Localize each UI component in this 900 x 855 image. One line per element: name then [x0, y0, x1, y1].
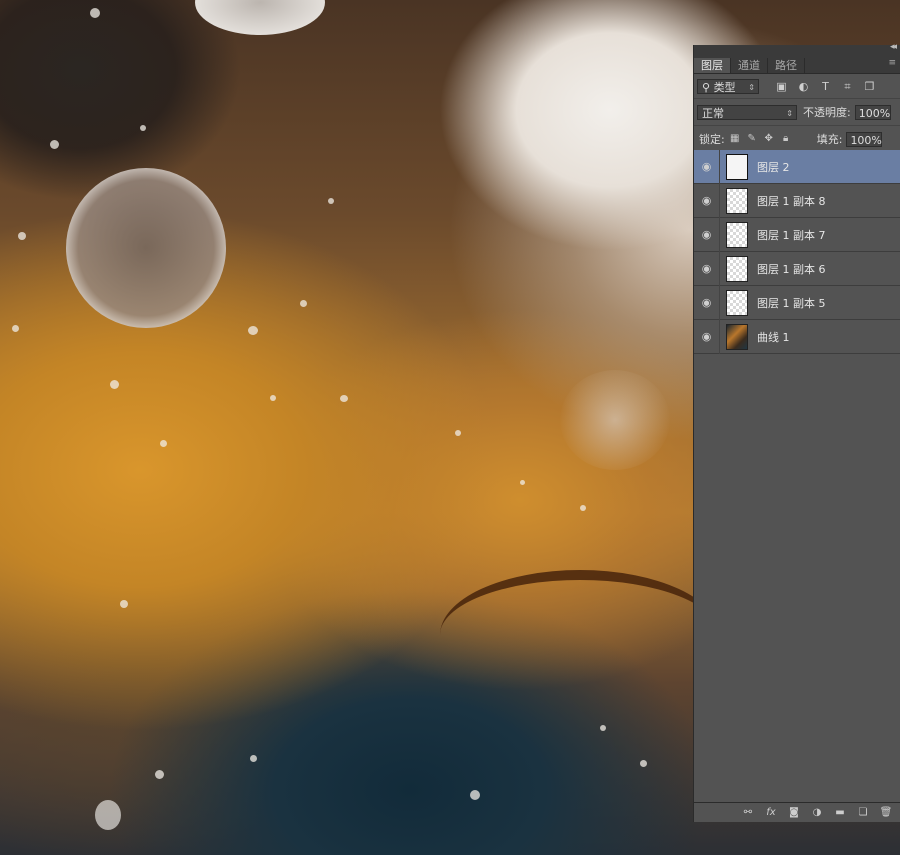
- panel-menu-icon[interactable]: ≡: [888, 58, 896, 68]
- panel-tab-bar: 图层 通道 路径 ≡: [694, 56, 900, 74]
- blend-mode-select[interactable]: 正常 ⇕: [697, 104, 797, 120]
- tab-paths[interactable]: 路径: [768, 58, 805, 73]
- panel-title-bar[interactable]: ◂◂: [694, 42, 900, 56]
- visibility-eye-icon[interactable]: ◉: [694, 183, 720, 218]
- layer-row[interactable]: ◉ 图层 1 副本 5: [694, 285, 900, 320]
- new-layer-icon[interactable]: ❏: [855, 807, 871, 818]
- shape-filter-icon[interactable]: ⌗: [839, 79, 856, 94]
- layer-row[interactable]: ◉ 图层 1 副本 6: [694, 251, 900, 286]
- collapse-panel-icon[interactable]: ◂◂: [890, 42, 897, 52]
- adjustment-icon[interactable]: ◑: [809, 807, 825, 818]
- lock-image-pixels-icon[interactable]: ✎: [745, 132, 759, 146]
- trash-icon[interactable]: 🗑︎: [878, 807, 894, 818]
- visibility-eye-icon[interactable]: ◉: [694, 319, 720, 354]
- layer-row[interactable]: ◉ 曲线 1: [694, 319, 900, 354]
- layer-thumbnail[interactable]: [726, 323, 748, 350]
- layer-name[interactable]: 图层 1 副本 7: [757, 227, 826, 243]
- layer-thumbnail[interactable]: [726, 255, 748, 282]
- layer-name[interactable]: 图层 1 副本 5: [757, 295, 826, 311]
- layer-row[interactable]: ◉ 图层 1 副本 8: [694, 183, 900, 218]
- lock-label: 锁定:: [699, 133, 725, 146]
- type-filter-icon[interactable]: T: [817, 79, 834, 94]
- opacity-input[interactable]: 100%: [854, 104, 891, 120]
- white-ink-blob: [66, 168, 226, 328]
- group-folder-icon[interactable]: ▬: [832, 807, 848, 818]
- blend-opacity-row: 正常 ⇕ 不透明度: 100%: [694, 99, 900, 126]
- fill-input[interactable]: 100%: [846, 131, 883, 147]
- layer-thumbnail[interactable]: [726, 187, 748, 214]
- layers-panel: ◂◂ 图层 通道 路径 ≡ ⚲ 类型 ⇕ ▣ ◐ T ⌗ ❐ 正常 ⇕ 不透明度…: [693, 42, 900, 822]
- layer-thumbnail[interactable]: [726, 153, 748, 180]
- lock-position-icon[interactable]: ✥: [762, 132, 776, 146]
- layer-name[interactable]: 图层 1 副本 8: [757, 193, 826, 209]
- opacity-label: 不透明度:: [803, 106, 851, 119]
- lock-all-icon[interactable]: 🔒︎: [779, 132, 793, 146]
- layer-row[interactable]: ◉ 图层 1 副本 7: [694, 217, 900, 252]
- white-ink-blob: [195, 0, 325, 35]
- fx-icon[interactable]: fx: [763, 807, 779, 818]
- link-icon[interactable]: ⚯: [740, 807, 756, 818]
- visibility-eye-icon[interactable]: ◉: [694, 251, 720, 286]
- adjustment-filter-icon[interactable]: ◐: [795, 79, 812, 94]
- visibility-eye-icon[interactable]: ◉: [694, 217, 720, 252]
- visibility-eye-icon[interactable]: ◉: [694, 285, 720, 320]
- fill-label: 填充:: [816, 133, 843, 146]
- visibility-eye-icon[interactable]: ◉: [694, 149, 720, 184]
- pixel-filter-icon[interactable]: ▣: [773, 79, 790, 94]
- layer-thumbnail[interactable]: [726, 221, 748, 248]
- search-icon: ⚲: [702, 80, 711, 94]
- layer-name[interactable]: 曲线 1: [757, 329, 790, 345]
- chevron-updown-icon: ⇕: [786, 108, 793, 118]
- lock-fill-row: 锁定: ▦ ✎ ✥ 🔒︎ 填充: 100%: [694, 126, 900, 153]
- filter-kind-select[interactable]: ⚲ 类型 ⇕: [697, 78, 759, 94]
- mask-icon[interactable]: ◙: [786, 807, 802, 818]
- light-wash-blob: [560, 370, 670, 470]
- layer-thumbnail[interactable]: [726, 289, 748, 316]
- tab-layers[interactable]: 图层: [694, 58, 731, 73]
- layer-filter-row: ⚲ 类型 ⇕ ▣ ◐ T ⌗ ❐: [694, 74, 900, 99]
- layer-row[interactable]: ◉ 图层 2: [694, 149, 900, 184]
- chevron-updown-icon: ⇕: [748, 82, 755, 92]
- panel-bottom-toolbar: ⚯ fx ◙ ◑ ▬ ❏ 🗑︎: [694, 802, 900, 822]
- layer-name[interactable]: 图层 1 副本 6: [757, 261, 826, 277]
- dark-brown-edge: [440, 570, 720, 700]
- layer-list: ◉ 图层 2 ◉ 图层 1 副本 8 ◉ 图层 1 副本 7 ◉ 图层 1 副本 6 ◉ 图层 1…: [694, 149, 900, 354]
- tab-channels[interactable]: 通道: [731, 58, 768, 73]
- lock-transparent-pixels-icon[interactable]: ▦: [728, 132, 742, 146]
- smart-object-filter-icon[interactable]: ❐: [861, 79, 878, 94]
- layer-name[interactable]: 图层 2: [757, 159, 790, 175]
